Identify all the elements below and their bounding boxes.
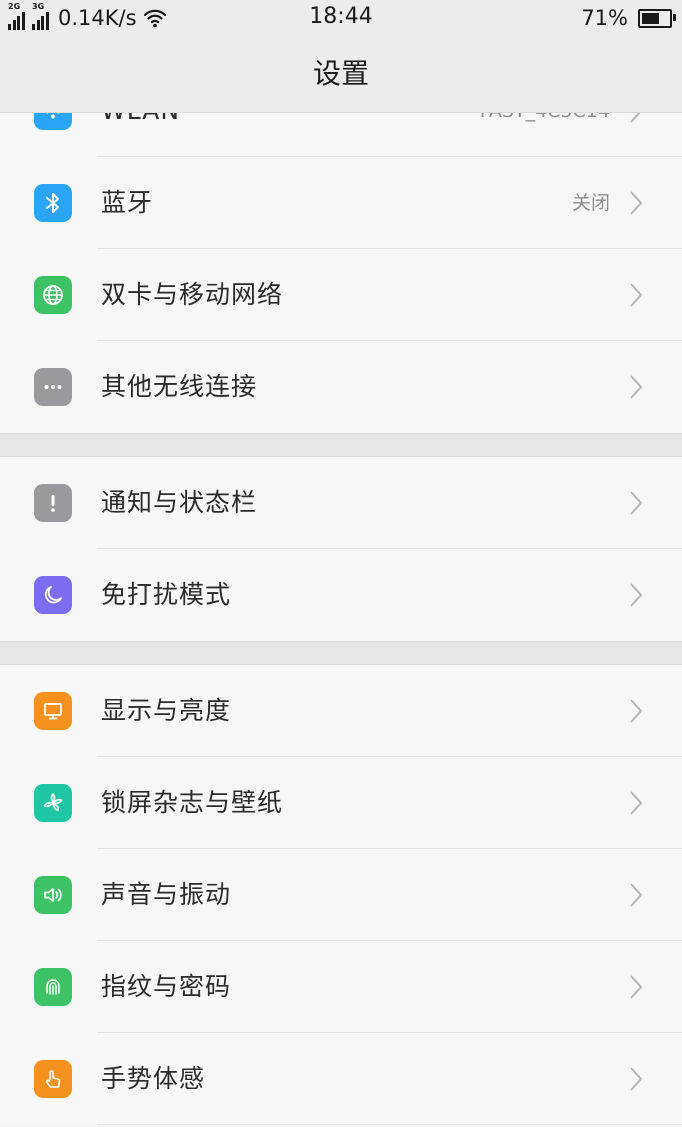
- page-title: 设置: [312, 57, 369, 90]
- bluetooth-icon: [34, 184, 72, 222]
- battery-percent: 71%: [581, 6, 628, 30]
- chevron-right-icon: [630, 975, 643, 999]
- more-dots-icon: [34, 368, 72, 406]
- settings-group-personalization: 显示与亮度 锁屏杂志与壁纸 声音与振动 指纹与密码 手势体感: [0, 665, 682, 1125]
- settings-item-label: 免打扰模式: [101, 580, 232, 609]
- speaker-icon: [34, 876, 72, 914]
- globe-icon: [34, 276, 72, 314]
- settings-item-label: 通知与状态栏: [101, 488, 258, 517]
- battery-icon: [638, 8, 676, 28]
- settings-item-do-not-disturb[interactable]: 免打扰模式: [0, 549, 682, 641]
- settings-item-label: 显示与亮度: [101, 696, 232, 725]
- settings-item-fingerprint-password[interactable]: 指纹与密码: [0, 941, 682, 1033]
- settings-item-display[interactable]: 显示与亮度: [0, 665, 682, 757]
- pinwheel-icon: [34, 784, 72, 822]
- fingerprint-icon: [34, 968, 72, 1006]
- settings-group-connectivity: WLAN FAST_4C5C14 蓝牙 关闭 双卡与移动网络: [0, 65, 682, 433]
- chevron-right-icon: [630, 699, 643, 723]
- group-separator: [0, 433, 682, 457]
- settings-item-label: 指纹与密码: [101, 972, 232, 1001]
- settings-item-label: 声音与振动: [101, 880, 232, 909]
- settings-list: WLAN FAST_4C5C14 蓝牙 关闭 双卡与移动网络: [0, 65, 682, 1125]
- hand-gesture-icon: [34, 1060, 72, 1098]
- title-bar: 设置: [0, 36, 682, 113]
- status-right: 71%: [581, 4, 676, 32]
- settings-item-label: 锁屏杂志与壁纸: [101, 788, 284, 817]
- chevron-right-icon: [630, 491, 643, 515]
- group-separator: [0, 641, 682, 665]
- settings-item-label: 手势体感: [101, 1064, 206, 1093]
- chevron-right-icon: [630, 283, 643, 307]
- chevron-right-icon: [630, 1067, 643, 1091]
- chevron-right-icon: [630, 883, 643, 907]
- settings-item-label: 双卡与移动网络: [101, 280, 284, 309]
- settings-item-sound-vibration[interactable]: 声音与振动: [0, 849, 682, 941]
- settings-item-label: 蓝牙: [101, 188, 154, 217]
- chevron-right-icon: [630, 583, 643, 607]
- monitor-icon: [34, 692, 72, 730]
- status-bar: 2G 3G 0.14K/s 18:44 71%: [0, 0, 682, 36]
- settings-group-notifications: 通知与状态栏 免打扰模式: [0, 457, 682, 641]
- chevron-right-icon: [630, 375, 643, 399]
- chevron-right-icon: [630, 791, 643, 815]
- settings-screen: 2G 3G 0.14K/s 18:44 71% 设置 蓝牙 关闭 双卡与移动网络…: [0, 0, 682, 1127]
- settings-item-lockscreen-wallpaper[interactable]: 锁屏杂志与壁纸: [0, 757, 682, 849]
- settings-item-label: 其他无线连接: [101, 372, 258, 401]
- settings-item-notifications[interactable]: 通知与状态栏: [0, 457, 682, 549]
- exclamation-icon: [34, 484, 72, 522]
- bluetooth-status: 关闭: [571, 192, 610, 214]
- settings-item-gestures[interactable]: 手势体感: [0, 1033, 682, 1125]
- status-time: 18:44: [309, 4, 373, 29]
- settings-item-bluetooth[interactable]: 蓝牙 关闭: [0, 157, 682, 249]
- moon-icon: [34, 576, 72, 614]
- settings-item-dual-sim[interactable]: 双卡与移动网络: [0, 249, 682, 341]
- settings-item-other-wireless[interactable]: 其他无线连接: [0, 341, 682, 433]
- chevron-right-icon: [630, 191, 643, 215]
